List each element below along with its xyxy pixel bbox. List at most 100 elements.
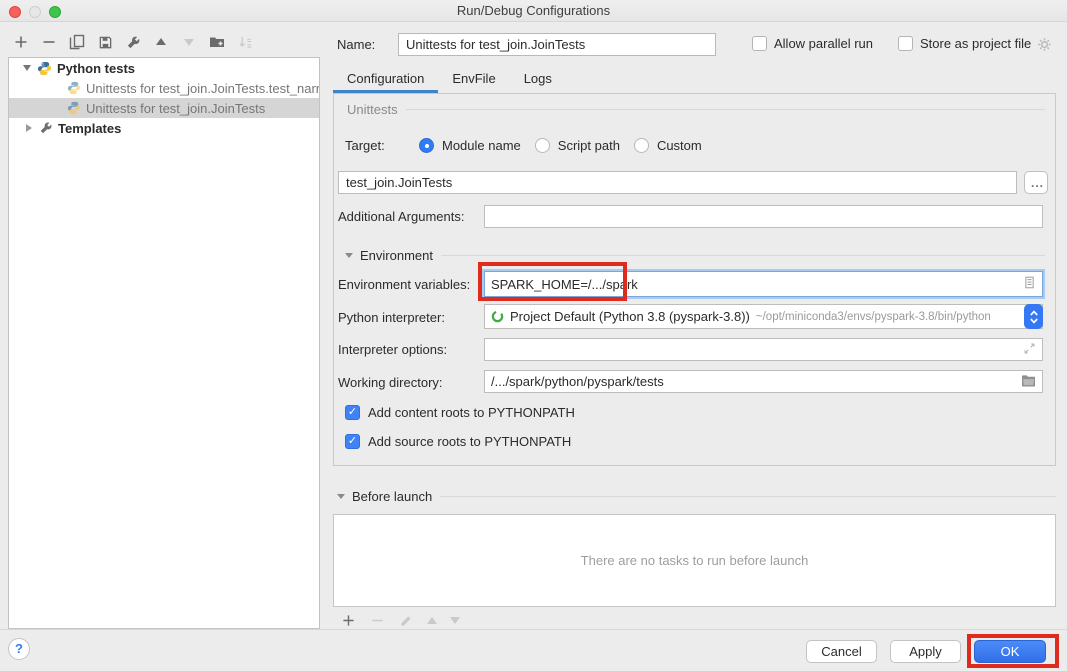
unittests-group-header: Unittests: [347, 102, 1045, 117]
store-settings-gear-icon[interactable]: [1036, 36, 1052, 52]
expand-field-icon[interactable]: [1023, 342, 1036, 358]
name-input[interactable]: [398, 33, 716, 56]
before-launch-toolbar: [340, 611, 460, 629]
cancel-button[interactable]: Cancel: [806, 640, 877, 663]
tree-item-python-tests[interactable]: Python tests: [9, 58, 319, 78]
remove-task-icon: [369, 612, 385, 628]
help-button[interactable]: ?: [8, 638, 30, 660]
environment-section-header[interactable]: Environment: [345, 248, 1045, 263]
before-launch-header[interactable]: Before launch: [337, 489, 1056, 504]
window-title: Run/Debug Configurations: [0, 0, 1067, 21]
copy-configuration-icon[interactable]: [69, 34, 85, 50]
move-up-icon[interactable]: [153, 34, 169, 50]
conda-env-icon: [491, 310, 504, 323]
close-window-button[interactable]: [9, 6, 21, 18]
checkbox-label: Store as project file: [920, 36, 1031, 51]
python-icon: [37, 61, 52, 76]
before-launch-task-list: There are no tasks to run before launch: [333, 514, 1056, 607]
interpreter-dropdown-stepper-icon[interactable]: [1024, 304, 1043, 329]
python-run-config-icon: [67, 81, 81, 95]
checkbox-label: Allow parallel run: [774, 36, 873, 51]
tab-configuration[interactable]: Configuration: [333, 66, 438, 93]
additional-arguments-input[interactable]: [484, 205, 1043, 228]
working-directory-input[interactable]: /.../spark/python/pyspark/tests: [484, 370, 1043, 393]
radio-module-name[interactable]: Module name: [419, 138, 521, 153]
tree-item-unittest-narrow[interactable]: Unittests for test_join.JoinTests.test_n…: [9, 78, 319, 98]
tab-logs[interactable]: Logs: [510, 66, 566, 93]
checkbox-icon[interactable]: [752, 36, 767, 51]
edit-variables-icon[interactable]: [1023, 276, 1036, 292]
interpreter-options-label: Interpreter options:: [338, 342, 447, 357]
apply-button[interactable]: Apply: [890, 640, 961, 663]
tree-item-unittest-jointests[interactable]: Unittests for test_join.JoinTests: [9, 98, 319, 118]
tree-item-templates[interactable]: Templates: [9, 118, 319, 138]
python-interpreter-label: Python interpreter:: [338, 310, 445, 325]
environment-variables-input[interactable]: SPARK_HOME=/.../spark: [484, 271, 1043, 297]
environment-variables-value: SPARK_HOME=/.../spark: [491, 277, 1023, 292]
add-configuration-icon[interactable]: [13, 34, 29, 50]
expand-arrow-icon[interactable]: [26, 124, 32, 132]
configurations-tree: Python tests Unittests for test_join.Joi…: [8, 57, 320, 629]
checkbox-checked-icon[interactable]: ✓: [345, 434, 360, 449]
radio-label: Custom: [657, 138, 702, 153]
section-title: Before launch: [352, 489, 432, 504]
radio-icon[interactable]: [535, 138, 550, 153]
before-launch-empty-text: There are no tasks to run before launch: [581, 553, 809, 568]
interpreter-options-input[interactable]: [484, 338, 1043, 361]
tab-envfile[interactable]: EnvFile: [438, 66, 509, 93]
collapse-arrow-icon[interactable]: [23, 65, 31, 71]
browse-module-button[interactable]: ...: [1024, 171, 1048, 194]
divider: [441, 255, 1045, 256]
working-directory-value: /.../spark/python/pyspark/tests: [491, 374, 1021, 389]
add-source-roots-checkbox[interactable]: ✓ Add source roots to PYTHONPATH: [345, 434, 571, 449]
radio-icon[interactable]: [419, 138, 434, 153]
folder-browse-icon[interactable]: [1021, 374, 1036, 390]
add-content-roots-checkbox[interactable]: ✓ Add content roots to PYTHONPATH: [345, 405, 575, 420]
checkbox-checked-icon[interactable]: ✓: [345, 405, 360, 420]
save-configuration-icon[interactable]: [97, 34, 113, 50]
radio-script-path[interactable]: Script path: [535, 138, 620, 153]
zoom-window-button[interactable]: [49, 6, 61, 18]
name-label: Name:: [337, 37, 375, 52]
minimize-window-button[interactable]: [29, 6, 41, 18]
add-task-icon[interactable]: [340, 612, 356, 628]
move-task-up-icon: [427, 617, 437, 624]
tree-item-label: Python tests: [57, 61, 135, 76]
environment-variables-label: Environment variables:: [338, 277, 470, 292]
footer-divider: [0, 629, 1067, 630]
configuration-tabs: Configuration EnvFile Logs: [333, 66, 566, 93]
collapse-arrow-icon[interactable]: [345, 253, 353, 258]
divider: [440, 496, 1056, 497]
title-bar: Run/Debug Configurations: [0, 0, 1067, 22]
tree-item-label: Unittests for test_join.JoinTests.test_n…: [86, 81, 319, 96]
edit-templates-icon[interactable]: [125, 34, 141, 50]
radio-label: Module name: [442, 138, 521, 153]
divider: [406, 109, 1045, 110]
window-controls: [9, 6, 61, 18]
module-name-input[interactable]: [338, 171, 1017, 194]
move-down-icon[interactable]: [181, 34, 197, 50]
section-title: Environment: [360, 248, 433, 263]
interpreter-value: Project Default (Python 3.8 (pyspark-3.8…: [510, 309, 750, 324]
new-folder-icon[interactable]: [209, 34, 225, 50]
configuration-form: Unittests Target: Module name Script pat…: [333, 93, 1056, 466]
collapse-arrow-icon[interactable]: [337, 494, 345, 499]
group-title: Unittests: [347, 102, 398, 117]
move-task-down-icon: [450, 617, 460, 624]
wrench-icon: [39, 121, 53, 135]
radio-custom[interactable]: Custom: [634, 138, 702, 153]
configurations-toolbar: [13, 31, 253, 53]
ok-button[interactable]: OK: [974, 640, 1046, 663]
python-interpreter-select[interactable]: Project Default (Python 3.8 (pyspark-3.8…: [484, 304, 1043, 329]
checkbox-icon[interactable]: [898, 36, 913, 51]
remove-configuration-icon[interactable]: [41, 34, 57, 50]
tree-item-label: Templates: [58, 121, 121, 136]
python-run-config-icon: [67, 101, 81, 115]
interpreter-path: ~/opt/miniconda3/envs/pyspark-3.8/bin/py…: [756, 311, 1036, 323]
store-as-project-file-checkbox[interactable]: Store as project file: [898, 36, 1031, 51]
tree-item-label: Unittests for test_join.JoinTests: [86, 101, 265, 116]
radio-icon[interactable]: [634, 138, 649, 153]
radio-label: Script path: [558, 138, 620, 153]
allow-parallel-run-checkbox[interactable]: Allow parallel run: [752, 36, 873, 51]
checkbox-label: Add source roots to PYTHONPATH: [368, 434, 571, 449]
